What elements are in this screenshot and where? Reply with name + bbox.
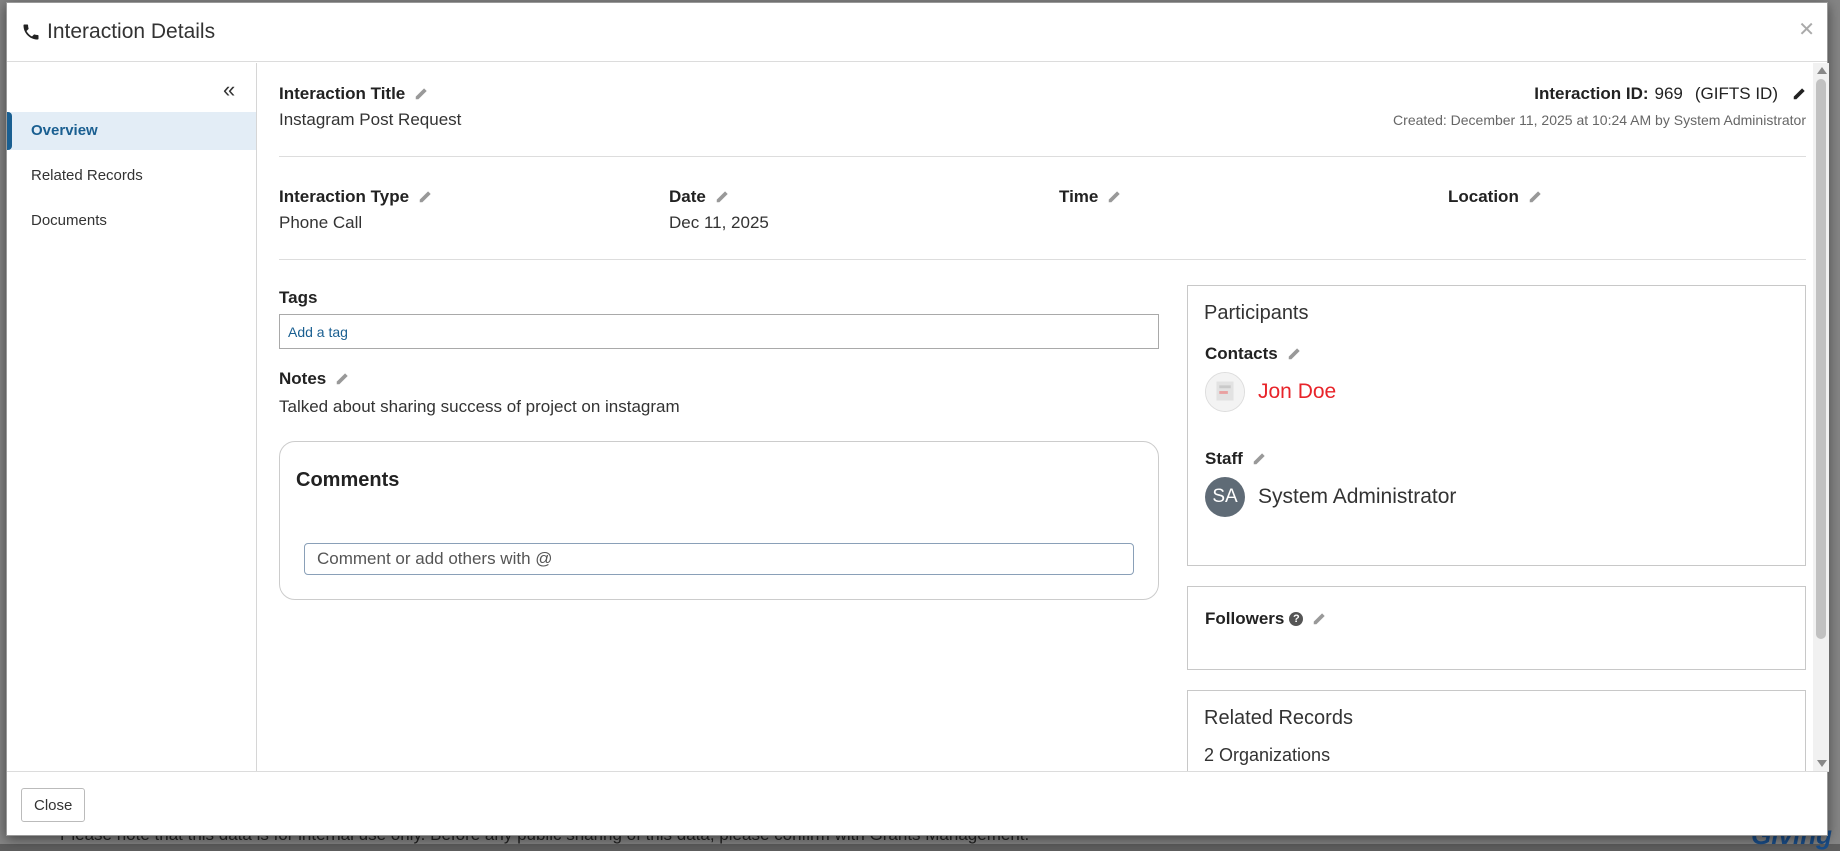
edit-location-pencil-icon[interactable] [1528,190,1542,204]
contacts-label: Contacts [1205,344,1301,364]
sidebar-item-label: Related Records [31,167,143,184]
related-records-card: Related Records 2 Organizations [1187,690,1806,771]
time-label: Time [1059,187,1121,207]
interaction-id-block: Interaction ID: 969 (GIFTS ID) Created: … [1393,84,1806,128]
interaction-title-label-text: Interaction Title [279,84,406,103]
interaction-id-label: Interaction ID: [1534,84,1649,103]
contact-row: Jon Doe [1205,372,1336,412]
staff-name: System Administrator [1258,485,1457,508]
modal-body: « Overview Related Records Documents Int… [7,63,1813,771]
edit-notes-pencil-icon[interactable] [335,372,349,386]
location-label: Location [1448,187,1542,207]
modal-footer: Close [7,771,1829,837]
followers-label-text: Followers [1205,609,1285,628]
time-field: Time [1059,187,1121,213]
notes-label-text: Notes [279,369,327,388]
staff-label: Staff [1205,449,1266,469]
date-label-text: Date [669,187,706,206]
participants-card: Participants Contacts Jon Doe Staff SA S… [1187,285,1806,566]
interaction-type-field: Interaction Type Phone Call [279,187,432,233]
contacts-label-text: Contacts [1205,344,1278,363]
interaction-id-value: 969 [1654,84,1683,103]
interaction-title-field: Interaction Title Instagram Post Request [279,84,461,130]
interaction-type-label: Interaction Type [279,187,432,207]
notes-label: Notes [279,369,349,389]
avatar: SA [1205,477,1245,517]
collapse-sidebar-icon[interactable]: « [223,77,235,103]
gifts-id-label: (GIFTS ID) [1694,84,1778,103]
sidebar: « Overview Related Records Documents [7,63,257,771]
interaction-type-value: Phone Call [279,213,363,232]
date-field: Date Dec 11, 2025 [669,187,769,233]
followers-label: Followers ? [1205,609,1326,629]
divider [279,259,1806,260]
modal-title-text: Interaction Details [47,20,216,43]
modal-header: Interaction Details ✕ [7,3,1827,62]
time-label-text: Time [1059,187,1099,206]
comments-card: Comments [279,441,1159,600]
interaction-type-label-text: Interaction Type [279,187,410,206]
phone-icon [21,22,41,42]
location-field: Location [1448,187,1542,213]
scroll-down-arrow-icon[interactable] [1817,760,1827,767]
date-value: Dec 11, 2025 [669,213,769,232]
location-label-text: Location [1448,187,1519,206]
followers-card: Followers ? [1187,586,1806,670]
related-records-summary: 2 Organizations [1204,745,1331,765]
help-icon[interactable]: ? [1289,612,1304,626]
contact-name-link[interactable]: Jon Doe [1258,380,1336,404]
sidebar-nav: Overview Related Records Documents [7,112,256,247]
interaction-id-line: Interaction ID: 969 (GIFTS ID) [1393,84,1806,104]
scroll-up-arrow-icon[interactable] [1817,67,1827,74]
edit-type-pencil-icon[interactable] [418,190,432,204]
comments-title: Comments [296,469,400,491]
sidebar-item-related-records[interactable]: Related Records [7,157,256,195]
sidebar-item-label: Documents [31,212,107,229]
edit-gifts-id-pencil-icon[interactable] [1792,87,1806,101]
notes-value: Talked about sharing success of project … [279,397,680,416]
interaction-title-label: Interaction Title [279,84,461,104]
related-records-title: Related Records [1204,707,1353,729]
divider [279,156,1806,157]
interaction-title-value: Instagram Post Request [279,110,462,129]
edit-staff-pencil-icon[interactable] [1252,452,1266,466]
modal-title: Interaction Details [21,20,215,44]
participants-title: Participants [1204,302,1309,324]
main-content: Interaction Title Instagram Post Request… [272,63,1806,771]
created-timestamp: Created: December 11, 2025 at 10:24 AM b… [1393,112,1806,128]
edit-contacts-pencil-icon[interactable] [1287,347,1301,361]
sidebar-item-overview[interactable]: Overview [7,112,256,150]
contact-avatar [1205,372,1245,412]
tags-input[interactable] [279,314,1159,349]
staff-label-text: Staff [1205,449,1243,468]
date-label: Date [669,187,769,207]
sidebar-item-documents[interactable]: Documents [7,202,256,240]
scrollbar-thumb[interactable] [1816,79,1826,639]
interaction-details-modal: Interaction Details ✕ « Overview Related… [6,2,1829,837]
close-icon[interactable]: ✕ [1798,17,1815,42]
edit-title-pencil-icon[interactable] [414,87,428,101]
tags-label: Tags [279,288,318,307]
edit-followers-pencil-icon[interactable] [1312,612,1326,626]
comment-input[interactable] [304,543,1134,575]
staff-row: SA System Administrator [1205,477,1456,517]
close-button[interactable]: Close [21,788,86,822]
modal-scrollbar[interactable] [1813,63,1829,771]
edit-time-pencil-icon[interactable] [1107,190,1121,204]
sidebar-item-label: Overview [31,122,98,139]
edit-date-pencil-icon[interactable] [715,190,729,204]
